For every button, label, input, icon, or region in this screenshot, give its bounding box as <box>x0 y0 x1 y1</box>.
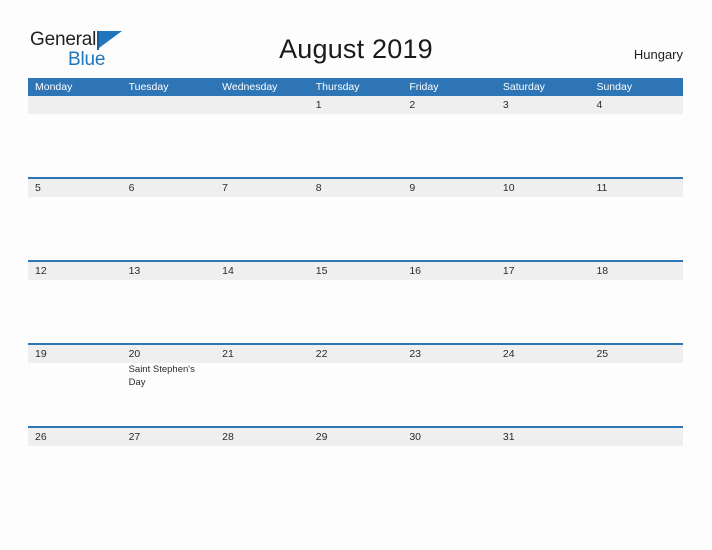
day-number: 8 <box>315 182 322 194</box>
dow-wednesday: Wednesday <box>222 81 278 93</box>
day-event: Saint Stephen's Day <box>128 364 195 388</box>
day-cell[interactable]: 17 <box>496 262 590 343</box>
day-cell[interactable]: 28 <box>215 428 309 509</box>
day-number: 1 <box>315 99 322 111</box>
day-number: 22 <box>315 348 328 360</box>
day-number: 29 <box>315 431 328 443</box>
day-cell[interactable]: 10 <box>496 179 590 260</box>
day-number: 23 <box>409 348 421 360</box>
dow-monday: Monday <box>35 81 73 93</box>
day-number: 9 <box>409 182 416 194</box>
dow-tuesday: Tuesday <box>128 81 169 93</box>
day-number: 31 <box>502 431 515 443</box>
page-title: August 2019 <box>279 34 433 64</box>
week-row: 26 27 28 29 30 31 <box>28 426 683 509</box>
day-cell[interactable]: 11 <box>589 179 683 260</box>
day-number: 18 <box>596 265 609 277</box>
dow-sunday: Sunday <box>596 81 633 93</box>
day-number: 5 <box>35 182 41 194</box>
day-number: 15 <box>315 265 328 277</box>
day-number <box>596 430 683 444</box>
day-cell[interactable]: 31 <box>496 428 590 509</box>
day-number: 11 <box>596 182 608 194</box>
day-number: 3 <box>502 99 509 111</box>
week-cells: 26 27 28 29 30 31 <box>28 428 683 509</box>
day-cell[interactable]: 1 <box>309 96 403 177</box>
day-cell[interactable]: 29 <box>309 428 403 509</box>
week-row: 19 20 Saint Stephen's Day 21 22 23 24 25 <box>28 343 683 426</box>
day-cell[interactable]: 26 <box>28 428 122 509</box>
calendar-grid: Monday Tuesday Wednesday Thursday Friday… <box>28 78 683 509</box>
day-number: 6 <box>128 182 135 194</box>
day-number: 10 <box>502 182 515 194</box>
dow-saturday: Saturday <box>502 81 545 93</box>
day-number: 7 <box>222 182 228 194</box>
day-number: 14 <box>222 265 234 277</box>
day-cell[interactable]: 13 <box>122 262 216 343</box>
day-number: 16 <box>409 265 421 277</box>
week-cells: 1 2 3 4 <box>28 96 683 177</box>
day-cell[interactable]: 19 <box>28 345 122 426</box>
day-cell[interactable]: 25 <box>589 345 683 426</box>
dow-thursday: Thursday <box>315 81 360 93</box>
day-cell[interactable] <box>122 96 216 177</box>
day-number: 17 <box>502 265 515 277</box>
week-row: 5 6 7 8 9 10 11 <box>28 177 683 260</box>
day-cell[interactable]: 7 <box>215 179 309 260</box>
day-cell[interactable] <box>589 428 683 509</box>
day-number: 30 <box>409 431 421 443</box>
day-cell[interactable]: 30 <box>402 428 496 509</box>
day-cell[interactable]: 21 <box>215 345 309 426</box>
day-number <box>129 98 216 112</box>
day-cell[interactable]: 20 Saint Stephen's Day <box>122 345 216 426</box>
day-cell[interactable]: 14 <box>215 262 309 343</box>
day-cell[interactable] <box>215 96 309 177</box>
day-cell[interactable] <box>28 96 122 177</box>
day-cell[interactable]: 23 <box>402 345 496 426</box>
day-number <box>222 98 309 112</box>
day-number: 21 <box>222 348 234 360</box>
day-cell[interactable]: 24 <box>496 345 590 426</box>
day-cell[interactable]: 5 <box>28 179 122 260</box>
day-cell[interactable]: 6 <box>122 179 216 260</box>
week-cells: 5 6 7 8 9 10 11 <box>28 179 683 260</box>
day-number: 2 <box>409 99 416 111</box>
day-number: 28 <box>222 431 234 443</box>
day-cell[interactable]: 15 <box>309 262 403 343</box>
day-cell[interactable]: 3 <box>496 96 590 177</box>
day-cell[interactable]: 22 <box>309 345 403 426</box>
dow-friday: Friday <box>409 81 439 93</box>
day-cell[interactable]: 8 <box>309 179 403 260</box>
day-number: 24 <box>502 348 515 360</box>
day-number: 19 <box>35 348 47 360</box>
day-number: 12 <box>35 265 47 277</box>
day-number: 4 <box>596 99 603 111</box>
week-cells: 19 20 Saint Stephen's Day 21 22 23 24 25 <box>28 345 683 426</box>
day-number: 26 <box>35 431 47 443</box>
day-number: 25 <box>596 348 609 360</box>
day-number: 13 <box>128 265 141 277</box>
day-cell[interactable]: 12 <box>28 262 122 343</box>
day-number <box>35 98 122 112</box>
week-cells: 12 13 14 15 16 17 18 <box>28 262 683 343</box>
week-row: 12 13 14 15 16 17 18 <box>28 260 683 343</box>
day-cell[interactable]: 9 <box>402 179 496 260</box>
day-number: 20 <box>128 348 141 360</box>
day-cell[interactable]: 16 <box>402 262 496 343</box>
calendar-page: General Blue August 2019 Hungary Monday … <box>0 0 712 550</box>
country-label: Hungary <box>633 47 683 62</box>
day-cell[interactable]: 27 <box>122 428 216 509</box>
day-cell[interactable]: 18 <box>589 262 683 343</box>
day-number: 27 <box>128 431 141 443</box>
week-row: 1 2 3 4 <box>28 96 683 177</box>
day-cell[interactable]: 4 <box>589 96 683 177</box>
page-header: General Blue August 2019 Hungary <box>0 0 712 78</box>
day-cell[interactable]: 2 <box>402 96 496 177</box>
day-of-week-header: Monday Tuesday Wednesday Thursday Friday… <box>28 78 683 96</box>
